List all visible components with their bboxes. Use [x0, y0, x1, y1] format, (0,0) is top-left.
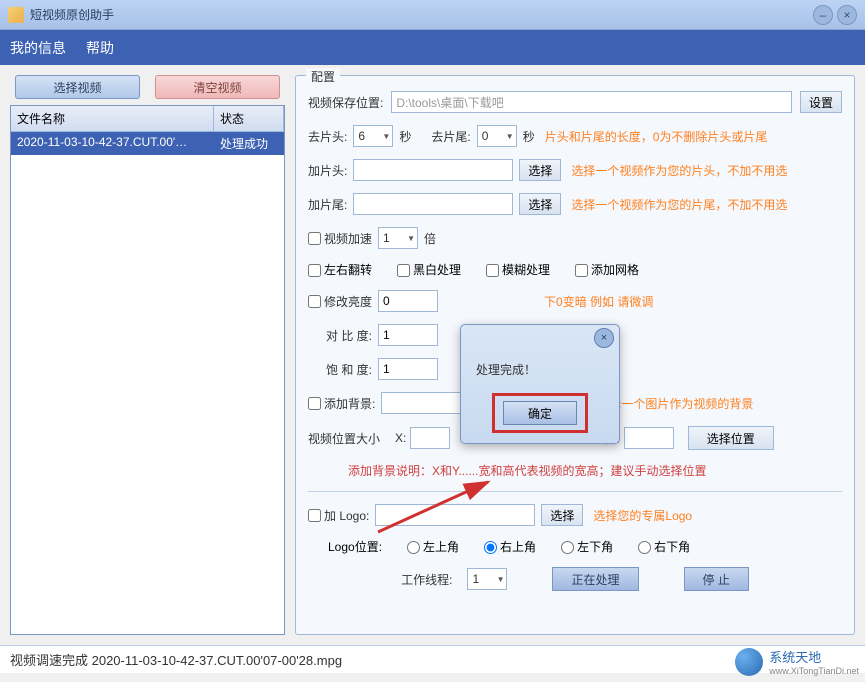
x-input[interactable] — [410, 427, 450, 449]
logo-input[interactable] — [375, 504, 535, 526]
cut-head-select[interactable]: 6 — [353, 125, 393, 147]
add-tail-input[interactable] — [353, 193, 513, 215]
col-filename: 文件名称 — [11, 106, 214, 131]
set-location-button[interactable]: 设置 — [800, 91, 842, 113]
cut-head-label: 去片头: — [308, 128, 347, 145]
divider — [308, 491, 842, 492]
height-input[interactable] — [624, 427, 674, 449]
add-tail-choose-button[interactable]: 选择 — [519, 193, 561, 215]
cut-tail-select[interactable]: 0 — [477, 125, 517, 147]
save-location-label: 视频保存位置: — [308, 94, 383, 111]
save-location-input[interactable] — [391, 91, 792, 113]
dialog-close-button[interactable]: × — [594, 328, 614, 348]
blur-label: 模糊处理 — [502, 263, 550, 277]
brightness-checkbox[interactable] — [308, 295, 321, 308]
brightness-hint: 下0变暗 例如 请微调 — [544, 293, 653, 310]
cut-hint: 片头和片尾的长度，0为不删除片头或片尾 — [545, 128, 768, 145]
thread-select[interactable]: 1 — [467, 568, 507, 590]
watermark: 系统天地 www.XiTongTianDi.net — [735, 647, 859, 676]
speed-checkbox[interactable] — [308, 232, 321, 245]
clear-video-button[interactable]: 清空视频 — [155, 75, 280, 99]
radio-top-right[interactable] — [484, 541, 497, 554]
table-row[interactable]: 2020-11-03-10-42-37.CUT.00'… 处理成功 — [11, 132, 284, 155]
radio-bottom-right[interactable] — [638, 541, 651, 554]
app-icon — [8, 7, 24, 23]
logo-position-label: Logo位置: — [328, 538, 382, 555]
contrast-input[interactable] — [378, 324, 438, 346]
window-title: 短视频原创助手 — [30, 6, 114, 23]
cell-status: 处理成功 — [214, 132, 284, 155]
speed-label: 视频加速 — [324, 230, 372, 247]
content-area: 选择视频 清空视频 文件名称 状态 2020-11-03-10-42-37.CU… — [0, 65, 865, 645]
background-checkbox[interactable] — [308, 397, 321, 410]
logo-choose-button[interactable]: 选择 — [541, 504, 583, 526]
dialog-ok-highlight: 确定 — [492, 393, 588, 433]
position-hint: 添加背景说明：X和Y......宽和高代表视频的宽高；建议手动选择位置 — [348, 462, 706, 479]
contrast-label: 对 比 度: — [326, 327, 372, 344]
menu-help[interactable]: 帮助 — [86, 38, 114, 58]
x-label: X: — [395, 431, 406, 445]
grid-label: 添加网格 — [591, 263, 639, 277]
background-label: 添加背景: — [324, 395, 375, 412]
minimize-button[interactable]: – — [813, 5, 833, 25]
add-head-choose-button[interactable]: 选择 — [519, 159, 561, 181]
flip-checkbox[interactable] — [308, 264, 321, 277]
titlebar: 短视频原创助手 – × — [0, 0, 865, 30]
cut-tail-label: 去片尾: — [431, 128, 470, 145]
saturate-input[interactable] — [378, 358, 438, 380]
speed-unit: 倍 — [424, 230, 436, 247]
menu-my-info[interactable]: 我的信息 — [10, 38, 66, 58]
background-hint: 选择一个图片作为视频的背景 — [597, 395, 753, 412]
select-position-button[interactable]: 选择位置 — [688, 426, 774, 450]
file-table-header: 文件名称 状态 — [11, 106, 284, 132]
brightness-label: 修改亮度 — [324, 293, 372, 310]
speed-select[interactable]: 1 — [378, 227, 418, 249]
blur-checkbox[interactable] — [486, 264, 499, 277]
watermark-name: 系统天地 — [769, 650, 821, 665]
logo-label: 加 Logo: — [324, 507, 369, 524]
radio-top-left-label: 左上角 — [423, 540, 459, 554]
cell-filename: 2020-11-03-10-42-37.CUT.00'… — [11, 132, 214, 155]
bw-checkbox[interactable] — [397, 264, 410, 277]
add-head-input[interactable] — [353, 159, 513, 181]
radio-bottom-left[interactable] — [561, 541, 574, 554]
dialog-message: 处理完成！ — [476, 363, 536, 377]
brightness-input[interactable] — [378, 290, 438, 312]
watermark-icon — [735, 648, 763, 676]
select-video-button[interactable]: 选择视频 — [15, 75, 140, 99]
thread-label: 工作线程: — [401, 571, 452, 588]
add-tail-label: 加片尾: — [308, 196, 347, 213]
sec-label: 秒 — [399, 128, 411, 145]
window-controls: – × — [813, 5, 857, 25]
radio-bottom-right-label: 右下角 — [654, 540, 690, 554]
add-head-label: 加片头: — [308, 162, 347, 179]
radio-top-right-label: 右上角 — [500, 540, 536, 554]
position-size-label: 视频位置大小 — [308, 430, 380, 447]
saturate-label: 饱 和 度: — [326, 361, 372, 378]
grid-checkbox[interactable] — [575, 264, 588, 277]
logo-hint: 选择您的专属Logo — [593, 507, 692, 524]
logo-checkbox[interactable] — [308, 509, 321, 522]
file-table: 文件名称 状态 2020-11-03-10-42-37.CUT.00'… 处理成… — [10, 105, 285, 635]
sec-label-2: 秒 — [523, 128, 535, 145]
dialog-ok-button[interactable]: 确定 — [503, 401, 577, 425]
config-title: 配置 — [306, 68, 340, 85]
processing-button[interactable]: 正在处理 — [552, 567, 638, 591]
radio-bottom-left-label: 左下角 — [577, 540, 613, 554]
completion-dialog: × 处理完成！ 确定 — [460, 324, 620, 444]
left-panel: 选择视频 清空视频 文件名称 状态 2020-11-03-10-42-37.CU… — [10, 75, 285, 635]
add-head-hint: 选择一个视频作为您的片头，不加不用选 — [571, 162, 787, 179]
flip-label: 左右翻转 — [324, 263, 372, 277]
close-button[interactable]: × — [837, 5, 857, 25]
col-status: 状态 — [214, 106, 284, 131]
add-tail-hint: 选择一个视频作为您的片尾，不加不用选 — [571, 196, 787, 213]
bw-label: 黑白处理 — [413, 263, 461, 277]
watermark-url: www.XiTongTianDi.net — [769, 666, 859, 676]
status-text: 视频调速完成 2020-11-03-10-42-37.CUT.00'07-00'… — [10, 650, 342, 669]
menubar: 我的信息 帮助 — [0, 30, 865, 65]
radio-top-left[interactable] — [407, 541, 420, 554]
stop-button[interactable]: 停 止 — [684, 567, 749, 591]
